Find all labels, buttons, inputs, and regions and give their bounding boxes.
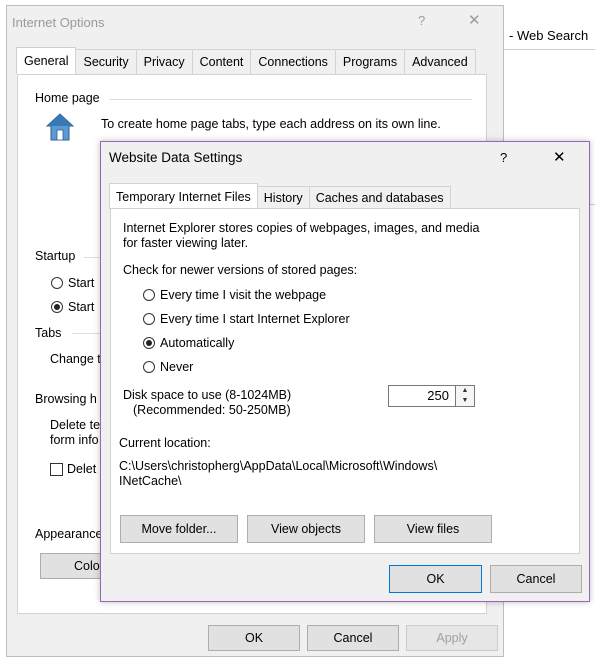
description-text: for faster viewing later. — [123, 236, 249, 250]
startup-group-line — [84, 257, 100, 258]
temporary-files-panel — [110, 208, 580, 554]
home-icon — [45, 111, 75, 143]
browsing-history-label: Browsing h — [35, 392, 101, 406]
radio-every-visit[interactable] — [143, 289, 155, 301]
radio-automatically[interactable] — [143, 337, 155, 349]
internet-options-tabs: General Security Privacy Content Connect… — [16, 47, 476, 74]
disk-space-recommended: (Recommended: 50-250MB) — [133, 403, 291, 417]
tab-advanced[interactable]: Advanced — [404, 49, 476, 74]
close-button[interactable]: ✕ — [553, 148, 566, 166]
disk-space-input[interactable]: 250 — [388, 385, 456, 407]
stepper-down-icon[interactable]: ▼ — [456, 396, 474, 406]
radio-label: Never — [160, 360, 194, 374]
ok-button[interactable]: OK — [208, 625, 300, 651]
current-location-path: INetCache\ — [119, 474, 182, 488]
description-text: Internet Explorer stores copies of webpa… — [123, 221, 480, 235]
website-data-tabs: Temporary Internet Files History Caches … — [109, 183, 451, 209]
browser-search-title: - Web Search — [509, 28, 589, 43]
home-page-group-line — [110, 99, 472, 100]
check-newer-label: Check for newer versions of stored pages… — [123, 263, 358, 277]
home-page-label: Home page — [35, 91, 104, 105]
disk-space-label: Disk space to use (8-1024MB) — [123, 388, 292, 402]
startup-option-label: Start — [68, 276, 95, 290]
tabs-group-line — [72, 333, 100, 334]
startup-radio-1[interactable] — [51, 277, 63, 289]
appearance-label: Appearance — [35, 527, 107, 541]
startup-radio-2[interactable] — [51, 301, 63, 313]
tab-programs[interactable]: Programs — [334, 49, 406, 74]
tab-caches-and-databases[interactable]: Caches and databases — [308, 186, 451, 209]
tab-connections[interactable]: Connections — [250, 49, 336, 74]
view-objects-button[interactable]: View objects — [247, 515, 365, 543]
stepper-up-icon[interactable]: ▲ — [456, 386, 474, 396]
tab-general[interactable]: General — [16, 47, 77, 74]
ok-button[interactable]: OK — [389, 565, 482, 593]
browser-divider — [498, 49, 595, 50]
tabs-label: Tabs — [35, 326, 66, 340]
move-folder-button[interactable]: Move folder... — [120, 515, 238, 543]
dialog-title: Website Data Settings — [109, 150, 243, 165]
delete-on-exit-checkbox[interactable] — [50, 463, 63, 476]
browsing-history-text: Delete te — [50, 418, 101, 432]
help-button[interactable]: ? — [500, 150, 507, 165]
startup-option-label: Start — [68, 300, 95, 314]
radio-every-start[interactable] — [143, 313, 155, 325]
tabs-change-text: Change t — [50, 352, 101, 366]
current-location-label: Current location: — [119, 436, 211, 450]
disk-space-stepper[interactable]: ▲ ▼ — [456, 385, 475, 407]
current-location-path: C:\Users\christopherg\AppData\Local\Micr… — [119, 459, 438, 473]
cancel-button[interactable]: Cancel — [307, 625, 399, 651]
internet-options-title: Internet Options — [12, 15, 105, 30]
tab-security[interactable]: Security — [75, 49, 137, 74]
browsing-history-text: form info — [50, 433, 99, 447]
close-button[interactable]: ✕ — [468, 11, 481, 29]
tab-privacy[interactable]: Privacy — [135, 49, 193, 74]
tab-temporary-internet-files[interactable]: Temporary Internet Files — [109, 183, 258, 209]
radio-label: Automatically — [160, 336, 235, 350]
apply-button[interactable]: Apply — [406, 625, 498, 651]
view-files-button[interactable]: View files — [374, 515, 492, 543]
startup-label: Startup — [35, 249, 80, 263]
delete-on-exit-label: Delet — [67, 462, 97, 476]
radio-label: Every time I start Internet Explorer — [160, 312, 350, 326]
cancel-button[interactable]: Cancel — [490, 565, 582, 593]
home-page-description: To create home page tabs, type each addr… — [101, 117, 441, 131]
radio-label: Every time I visit the webpage — [160, 288, 327, 302]
tab-history[interactable]: History — [256, 186, 310, 209]
tab-content[interactable]: Content — [191, 49, 252, 74]
radio-never[interactable] — [143, 361, 155, 373]
help-button[interactable]: ? — [418, 13, 425, 28]
